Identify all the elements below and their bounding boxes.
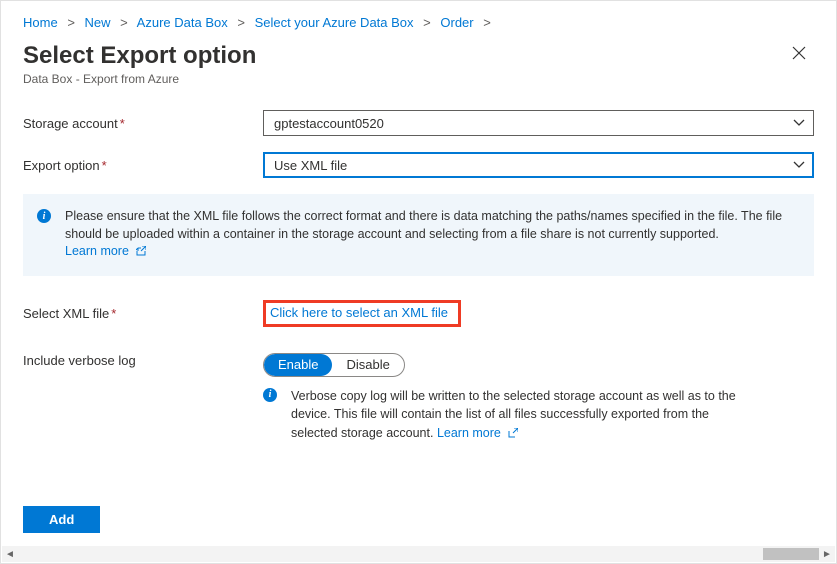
page-title: Select Export option xyxy=(23,42,256,70)
export-option-label: Export option* xyxy=(23,158,263,173)
breadcrumb-select-data-box[interactable]: Select your Azure Data Box xyxy=(255,15,414,30)
panel: Home > New > Azure Data Box > Select you… xyxy=(0,0,837,564)
verbose-log-toggle[interactable]: Enable Disable xyxy=(263,353,405,377)
breadcrumb: Home > New > Azure Data Box > Select you… xyxy=(23,15,814,30)
close-button[interactable] xyxy=(784,42,814,68)
external-link-icon xyxy=(508,425,518,444)
breadcrumb-order[interactable]: Order xyxy=(440,15,473,30)
toggle-enable[interactable]: Enable xyxy=(264,354,332,376)
select-xml-label: Select XML file* xyxy=(23,306,263,321)
chevron-down-icon xyxy=(793,159,805,174)
select-xml-link[interactable]: Click here to select an XML file xyxy=(270,305,448,320)
info-box: i Please ensure that the XML file follow… xyxy=(23,194,814,276)
verbose-log-label: Include verbose log xyxy=(23,353,263,368)
chevron-down-icon xyxy=(793,117,805,132)
external-link-icon xyxy=(136,244,146,262)
scroll-left-arrow[interactable]: ◄ xyxy=(2,546,18,562)
info-icon: i xyxy=(37,209,57,262)
breadcrumb-home[interactable]: Home xyxy=(23,15,58,30)
export-option-value: Use XML file xyxy=(274,158,347,173)
storage-account-value: gptestaccount0520 xyxy=(274,116,384,131)
breadcrumb-azure-data-box[interactable]: Azure Data Box xyxy=(137,15,228,30)
page-subtitle: Data Box - Export from Azure xyxy=(23,72,814,86)
info-icon: i xyxy=(263,388,283,444)
info-text: Please ensure that the XML file follows … xyxy=(65,209,782,241)
verbose-learn-more-link[interactable]: Learn more xyxy=(437,426,518,440)
scroll-thumb[interactable] xyxy=(763,548,819,560)
export-option-dropdown[interactable]: Use XML file xyxy=(263,152,814,178)
close-icon xyxy=(792,46,806,60)
scroll-track[interactable] xyxy=(18,546,819,562)
select-xml-highlight: Click here to select an XML file xyxy=(263,300,461,327)
horizontal-scrollbar[interactable]: ◄ ► xyxy=(2,546,835,562)
add-button[interactable]: Add xyxy=(23,506,100,533)
toggle-disable[interactable]: Disable xyxy=(332,354,403,376)
scroll-right-arrow[interactable]: ► xyxy=(819,546,835,562)
storage-account-dropdown[interactable]: gptestaccount0520 xyxy=(263,110,814,136)
learn-more-link[interactable]: Learn more xyxy=(65,244,146,258)
breadcrumb-new[interactable]: New xyxy=(85,15,111,30)
storage-account-label: Storage account* xyxy=(23,116,263,131)
